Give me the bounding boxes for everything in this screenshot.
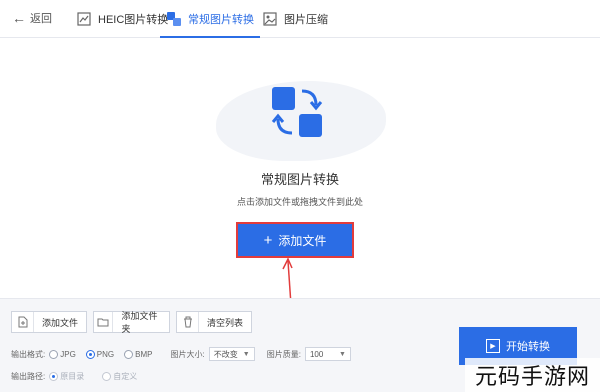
- path-radio-custom[interactable]: [102, 372, 112, 381]
- add-file-icon: [12, 312, 34, 332]
- trash-icon: [177, 312, 199, 332]
- start-convert-label: 开始转换: [506, 341, 550, 353]
- folder-icon: [94, 312, 114, 332]
- add-file-button[interactable]: 添加文件: [11, 311, 87, 333]
- play-icon: ▶: [486, 339, 500, 353]
- path-option-custom: 自定义: [113, 372, 138, 381]
- tab-regular-label: 常规图片转换: [188, 14, 254, 26]
- tab-heic-label: HEIC图片转换: [98, 14, 169, 26]
- format-option-png: PNG: [96, 349, 115, 359]
- image-compress-icon: [263, 12, 277, 26]
- output-path-row: 输出路径: 原目录 自定义: [11, 371, 143, 382]
- format-radio-png[interactable]: [85, 349, 95, 359]
- size-label: 图片大小:: [170, 349, 205, 359]
- clear-list-label: 清空列表: [207, 317, 244, 328]
- clear-list-button[interactable]: 清空列表: [176, 311, 252, 333]
- tab-compress-label: 图片压缩: [284, 14, 328, 26]
- quality-label: 图片质量:: [266, 349, 301, 359]
- format-option-bmp: BMP: [135, 349, 153, 359]
- tab-regular-convert[interactable]: 常规图片转换: [160, 0, 260, 38]
- add-folder-button[interactable]: 添加文件夹: [93, 311, 170, 334]
- plus-icon: +: [263, 231, 273, 249]
- drop-zone-title: 常规图片转换: [260, 172, 339, 187]
- back-label: 返回: [30, 13, 52, 25]
- quality-select[interactable]: 100 ▼: [304, 347, 351, 361]
- back-button[interactable]: ← 返回: [12, 10, 52, 26]
- format-radio-bmp[interactable]: [124, 349, 134, 359]
- watermark-logo: 元码手游网: [465, 358, 600, 392]
- format-row: 输出格式: JPG PNG BMP 图片大小: 不改变 ▼ 图片质量: 100 …: [11, 347, 363, 361]
- quality-value: 100: [309, 349, 324, 359]
- size-value: 不改变: [213, 349, 238, 359]
- path-label: 输出路径:: [11, 372, 46, 381]
- path-option-source: 原目录: [60, 372, 85, 381]
- drop-zone[interactable]: 常规图片转换 点击添加文件或拖拽文件到此处 + 添加文件: [0, 39, 600, 350]
- chevron-down-icon: ▼: [242, 350, 250, 358]
- format-label: 输出格式:: [11, 349, 46, 359]
- size-select[interactable]: 不改变 ▼: [208, 347, 255, 361]
- drop-zone-hint: 点击添加文件或拖拽文件到此处: [236, 197, 363, 207]
- tab-heic-convert[interactable]: HEIC图片转换: [76, 0, 168, 38]
- format-option-jpg: JPG: [60, 349, 76, 359]
- tab-image-compress[interactable]: 图片压缩: [262, 0, 328, 38]
- heic-convert-icon: [77, 12, 91, 26]
- add-file-button-primary[interactable]: + 添加文件: [236, 222, 354, 258]
- top-bar: ← 返回 HEIC图片转换 常规图片转换 图片压缩: [0, 0, 600, 38]
- add-file-label: 添加文件: [42, 317, 79, 328]
- convert-illustration-icon: [271, 87, 323, 137]
- chevron-down-icon: ▼: [339, 350, 346, 358]
- add-folder-label: 添加文件夹: [121, 311, 158, 334]
- convert-icon: [167, 12, 181, 26]
- path-radio-source[interactable]: [49, 372, 59, 381]
- back-arrow-icon: ←: [12, 10, 26, 26]
- add-file-primary-label: 添加文件: [278, 233, 327, 248]
- format-radio-jpg[interactable]: [49, 349, 59, 359]
